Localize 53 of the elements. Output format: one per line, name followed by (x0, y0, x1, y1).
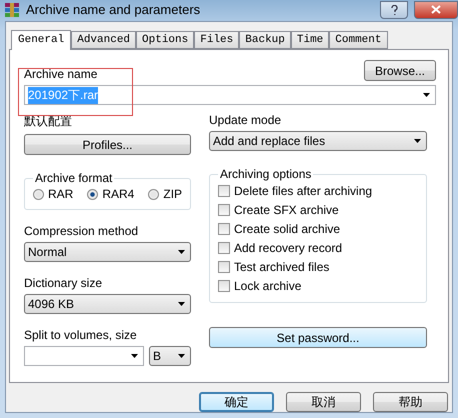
tab[interactable]: Options (136, 31, 194, 49)
tab[interactable]: Advanced (71, 31, 136, 49)
checkbox[interactable] (218, 242, 230, 254)
dialog-button[interactable]: 确定 (199, 392, 274, 412)
field-label: Compression method (24, 224, 140, 238)
dropdown-arrow-icon (178, 250, 185, 254)
radio-option[interactable]: RAR4 (87, 187, 134, 201)
checkbox[interactable] (218, 223, 230, 235)
checkbox-option[interactable]: Lock archive (218, 278, 418, 294)
field-label: Split to volumes, size (24, 328, 138, 342)
field-label: Update mode (209, 113, 282, 127)
profiles-button[interactable]: Profiles... (24, 134, 191, 155)
dropdown-arrow-icon (178, 354, 185, 358)
dialog-button[interactable]: 帮助 (373, 392, 448, 412)
help-button[interactable] (380, 0, 408, 18)
unit-dropdown[interactable]: B (149, 346, 191, 366)
checkbox-option[interactable]: Delete files after archiving (218, 183, 418, 199)
dropdown-arrow-icon (423, 93, 430, 97)
browse-button[interactable]: Browse... (364, 60, 436, 81)
dropdown-arrow-icon (131, 354, 138, 358)
compression-dropdown[interactable]: Normal (24, 242, 191, 262)
tab[interactable]: Time (290, 31, 330, 49)
archive-app-icon (4, 2, 20, 18)
dropdown-arrow-icon (178, 302, 185, 306)
tab[interactable]: Comment (329, 31, 388, 49)
dropdown-arrow-icon (414, 139, 421, 143)
close-button[interactable] (414, 0, 458, 18)
tab[interactable]: Backup (239, 31, 291, 49)
checkbox-option[interactable]: Create solid archive (218, 221, 418, 237)
checkbox-option[interactable]: Add recovery record (218, 240, 418, 256)
checkbox[interactable] (218, 261, 230, 273)
checkbox-option[interactable]: Create SFX archive (218, 202, 418, 218)
dictionary-dropdown[interactable]: 4096 KB (24, 294, 191, 314)
checkbox-option[interactable]: Test archived files (218, 259, 418, 275)
radio-option[interactable]: ZIP (148, 187, 182, 201)
volume-size-field[interactable] (24, 346, 144, 366)
field-label: Archive name (24, 67, 98, 81)
close-icon (431, 5, 441, 14)
window-title: Archive name and parameters (26, 2, 202, 17)
group-label: Archive format (34, 171, 114, 185)
radio-option[interactable]: RAR (33, 187, 74, 201)
group-label: Archiving options (219, 167, 312, 181)
tab[interactable]: General (11, 30, 72, 50)
tab[interactable]: Files (194, 31, 240, 49)
dialog-button[interactable]: 取消 (286, 392, 361, 412)
field-label: Dictionary size (24, 276, 104, 290)
update-mode-dropdown[interactable]: Add and replace files (209, 131, 427, 151)
checkbox[interactable] (218, 185, 230, 197)
checkbox[interactable] (218, 204, 230, 216)
checkbox[interactable] (218, 280, 230, 292)
help-icon (390, 4, 398, 14)
field-value: 201902下.rar (28, 86, 98, 104)
set-password-button[interactable]: Set password... (209, 327, 427, 348)
